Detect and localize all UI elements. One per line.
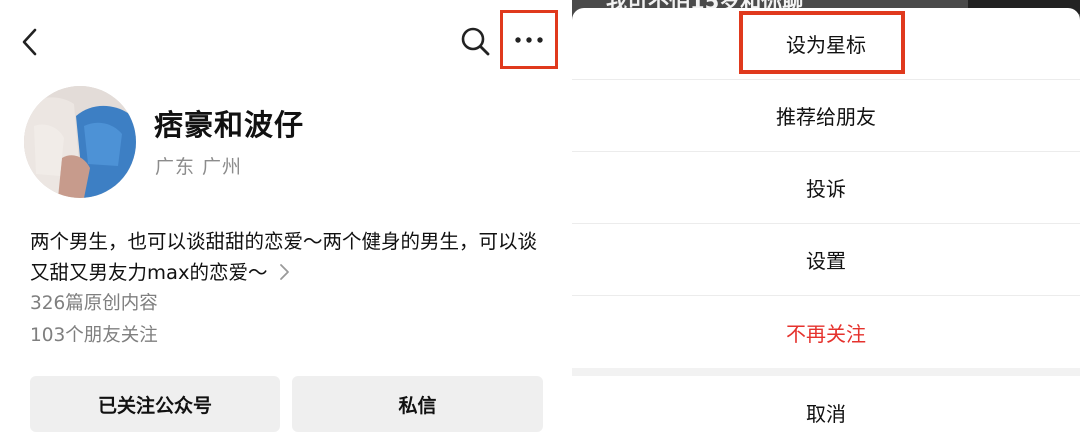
chevron-right-icon [278,259,290,290]
friends-following-count[interactable]: 103个朋友关注 [30,321,158,347]
search-icon [461,27,490,56]
original-articles-count[interactable]: 326篇原创内容 [30,289,158,315]
search-button[interactable] [456,22,494,60]
menu-item-unfollow[interactable]: 不再关注 [572,296,1080,368]
back-button[interactable] [12,24,48,60]
sheet-divider [572,368,1080,376]
private-message-button[interactable]: 私信 [292,376,543,432]
more-options-button[interactable] [500,10,558,69]
annotation-highlight-box [739,11,905,74]
account-name: 痞豪和波仔 [154,108,305,142]
menu-item-recommend[interactable]: 推荐给朋友 [572,80,1080,152]
followed-account-button[interactable]: 已关注公众号 [30,376,280,432]
account-location: 广东 广州 [155,156,243,178]
account-bio[interactable]: 两个男生，也可以谈甜甜的恋爱～两个健身的男生，可以谈又甜又男友力max的恋爱～ [30,226,550,290]
chevron-left-icon [22,28,37,56]
cancel-button[interactable]: 取消 [572,376,1080,448]
more-horizontal-icon [515,36,543,43]
menu-item-settings[interactable]: 设置 [572,224,1080,296]
profile-page: 痞豪和波仔 广东 广州 两个男生，也可以谈甜甜的恋爱～两个健身的男生，可以谈又甜… [0,0,572,448]
action-sheet: 设为星标 推荐给朋友 投诉 设置 不再关注 取消 [572,8,1080,448]
action-sheet-screen: 我可不怕15岁和你聊 设为星标 推荐给朋友 投诉 设置 不再关注 取消 [572,0,1080,448]
avatar[interactable] [24,86,136,198]
menu-item-complain[interactable]: 投诉 [572,152,1080,224]
